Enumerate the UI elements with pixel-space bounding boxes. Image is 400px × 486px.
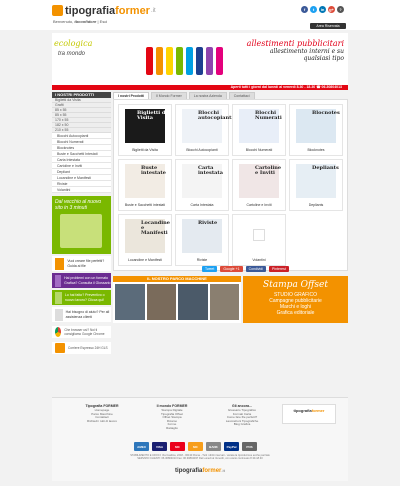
footer-info: STABILIMENTO E UFFICI: Via Casilina, 221…: [130, 454, 270, 461]
username: tbconfidore: [74, 19, 97, 24]
product-card[interactable]: Buste intestate Buste e Sacchetti intest…: [118, 159, 172, 211]
product-card[interactable]: Locandine e Manifesti Locandine e Manife…: [118, 214, 172, 266]
banner-right-title: allestimenti pubblicitari: [246, 39, 344, 48]
product-card[interactable]: Blocnotes Blocknotes: [289, 104, 343, 156]
chrome-icon: [55, 327, 62, 337]
share-button[interactable]: Condividi: [245, 266, 266, 272]
product-card[interactable]: Biglietti da Visita Biglietti da Visita: [118, 104, 172, 156]
welcome-text: Benvenuto, tbconfidore | Esci: [53, 19, 108, 24]
machine-photos: [113, 282, 241, 322]
glossary-icon: [55, 274, 62, 287]
paypal-icon: PayPal: [224, 442, 239, 451]
footer-col: Tipografia FORMER Homepage Parco Macchin…: [85, 404, 119, 423]
tab-world[interactable]: Il Mondo Former: [151, 92, 187, 99]
offset-promo[interactable]: Stampa Offset STUDIO GRAFICO Campagne pu…: [243, 276, 348, 323]
promo-courier[interactable]: Corriere Espresso 24H GLS: [52, 342, 111, 354]
footer: Tipografia FORMER Homepage Parco Macchin…: [52, 397, 348, 481]
pinterest-button[interactable]: Pinterest: [269, 266, 289, 272]
footer-badge: tipografiaformer: [282, 404, 336, 424]
header: tipografia former .it Benvenuto, tbconfi…: [0, 0, 400, 30]
product-card[interactable]: Blocchi autocopianti Blocchi Autocopiant…: [175, 104, 233, 156]
product-card[interactable]: Depliants Depliants: [289, 159, 343, 211]
tab-bar: I nostri Prodotti Il Mondo Former La nos…: [113, 92, 348, 99]
opening-hours-bar: Aperti tutti i giorni dal lunedì al vene…: [52, 85, 348, 90]
promo-help[interactable]: Hai bisogno di aiuto? Per all assistenza…: [52, 307, 111, 322]
product-card[interactable]: Blocchi Numerati Blocchi Numerati: [232, 104, 286, 156]
truck-icon: [55, 343, 65, 353]
promo-file-guide[interactable]: Vuoi creare file perfetti? Guida ai file: [52, 256, 111, 271]
logo-mark-icon: [52, 5, 63, 16]
maestro-icon: MC: [188, 442, 203, 451]
sidebar: I NOSTRI PRODOTTI Biglietti da Visita Gr…: [52, 92, 111, 354]
product-card[interactable]: Cartoline e Inviti Cartoline e Inviti: [232, 159, 286, 211]
bank-icon: BANK: [206, 442, 221, 451]
twitter-icon[interactable]: t: [310, 6, 317, 13]
banner-right-line2: allestimento interni e su: [269, 48, 344, 55]
tab-company[interactable]: La nostra Azienda: [188, 92, 227, 99]
site-logo[interactable]: tipografia former .it: [52, 4, 156, 17]
mastercard-icon: MC: [170, 442, 185, 451]
file-icon: [55, 257, 65, 270]
product-card[interactable]: Carta intestata Carta Intestata: [175, 159, 229, 211]
sidebar-item[interactable]: Volantini: [52, 187, 111, 193]
tweet-button[interactable]: Tweet: [202, 266, 218, 272]
page: tipografia former .it Benvenuto, tbconfi…: [0, 0, 400, 486]
promo-chrome[interactable]: Che browser usi? Noi ti consigliamo Goog…: [52, 326, 111, 338]
promo-quote[interactable]: Lo hai fatto? Preventivo o nuovo lavoro?…: [52, 290, 111, 305]
hero-banner[interactable]: ecologica tra mondo allestimenti pubblic…: [52, 33, 348, 85]
payment-cards: AMEX VISA MC MC BANK PayPal POS: [134, 442, 257, 451]
linkedin-icon[interactable]: in: [319, 6, 326, 13]
share-bar: Tweet Google +1 Condividi Pinterest: [202, 266, 350, 272]
gplus-button[interactable]: Google +1: [220, 266, 243, 272]
banner-left-title: ecologica: [54, 39, 93, 48]
help-icon[interactable]: ?: [337, 6, 344, 13]
banner-right-line3: qualsiasi tipo: [303, 55, 344, 62]
footer-logo[interactable]: tipografiaformer.it: [52, 468, 348, 474]
quote-icon: [55, 291, 62, 304]
product-card[interactable]: Riviste Riviste: [175, 214, 229, 266]
main-content: I nostri Prodotti Il Mondo Former La nos…: [113, 92, 348, 271]
pos-icon: POS: [242, 442, 257, 451]
facebook-icon[interactable]: f: [301, 6, 308, 13]
social-links: f t in g+ ?: [301, 6, 344, 13]
banner-spools-image: [146, 47, 223, 75]
logo-text-a: tipografia: [65, 4, 116, 17]
tab-products[interactable]: I nostri Prodotti: [113, 92, 150, 99]
footer-col: Il mondo FORMER Stampa Digitale Tipograf…: [156, 404, 188, 430]
banner-left-subtitle: tra mondo: [58, 51, 86, 57]
footer-col: Gli ancora... Glossario Tipografico Form…: [225, 404, 259, 427]
promo-glossary[interactable]: Hai problemi con un formato Grafica? Con…: [52, 273, 111, 288]
amex-icon: AMEX: [134, 442, 149, 451]
products-grid: Biglietti da Visita Biglietti da Visita …: [113, 99, 348, 271]
googleplus-icon[interactable]: g+: [328, 6, 335, 13]
machines-section[interactable]: IL NOSTRO PARCO MACCHINE: [113, 276, 241, 323]
help-bubble-icon: [55, 308, 63, 321]
promo-new-site[interactable]: Dal vecchio al nuovo sito in 3 minuti: [52, 196, 111, 254]
reserved-area-button[interactable]: Area Riservata: [310, 23, 346, 29]
tab-contact[interactable]: Contattaci: [228, 92, 255, 99]
logout-link[interactable]: | Esci: [98, 19, 108, 24]
product-card[interactable]: Volantini: [232, 214, 286, 266]
visa-icon: VISA: [152, 442, 167, 451]
product-image: [253, 229, 265, 241]
offset-title: Stampa Offset: [263, 280, 328, 290]
logo-text-c: .it: [150, 7, 156, 14]
logo-text-b: former: [115, 4, 150, 17]
promo-image: [60, 214, 102, 248]
